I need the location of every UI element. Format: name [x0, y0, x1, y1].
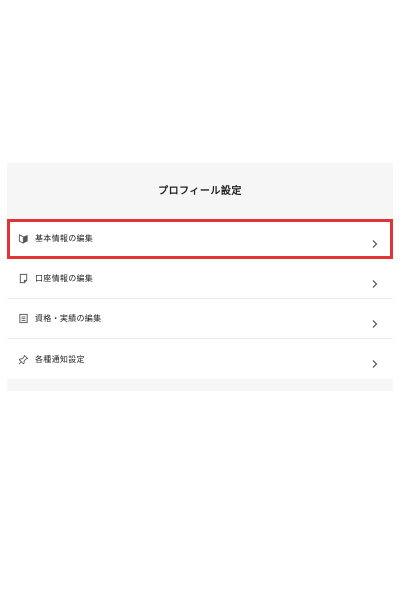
document-icon: [16, 272, 30, 286]
menu-item-notification-settings[interactable]: 各種通知設定: [7, 339, 393, 379]
chevron-right-icon: [371, 354, 379, 368]
menu-item-label: 各種通知設定: [35, 354, 85, 364]
beginner-mark-icon: [16, 232, 30, 246]
list-document-icon: [16, 312, 30, 326]
menu-item-label: 資格・実績の編集: [35, 314, 102, 323]
menu-item-edit-qualifications[interactable]: 資格・実績の編集: [7, 299, 393, 339]
chevron-right-icon: [371, 274, 379, 288]
pin-icon: [16, 352, 30, 366]
menu-item-edit-account-info[interactable]: 口座情報の編集: [7, 259, 393, 299]
menu-item-edit-basic-info[interactable]: 基本情報の編集: [7, 219, 393, 259]
settings-menu: 基本情報の編集 口座情報の編集 資格・実績の編集 各種通知設定: [7, 219, 393, 379]
chevron-right-icon: [371, 234, 379, 248]
chevron-right-icon: [371, 314, 379, 328]
panel-title: プロフィール設定: [158, 186, 242, 197]
menu-item-label: 基本情報の編集: [35, 234, 94, 243]
menu-item-label: 口座情報の編集: [35, 274, 94, 283]
profile-settings-panel: プロフィール設定 基本情報の編集 口座情報の編集 資格・実績の編集 各種通知設定: [7, 163, 393, 391]
